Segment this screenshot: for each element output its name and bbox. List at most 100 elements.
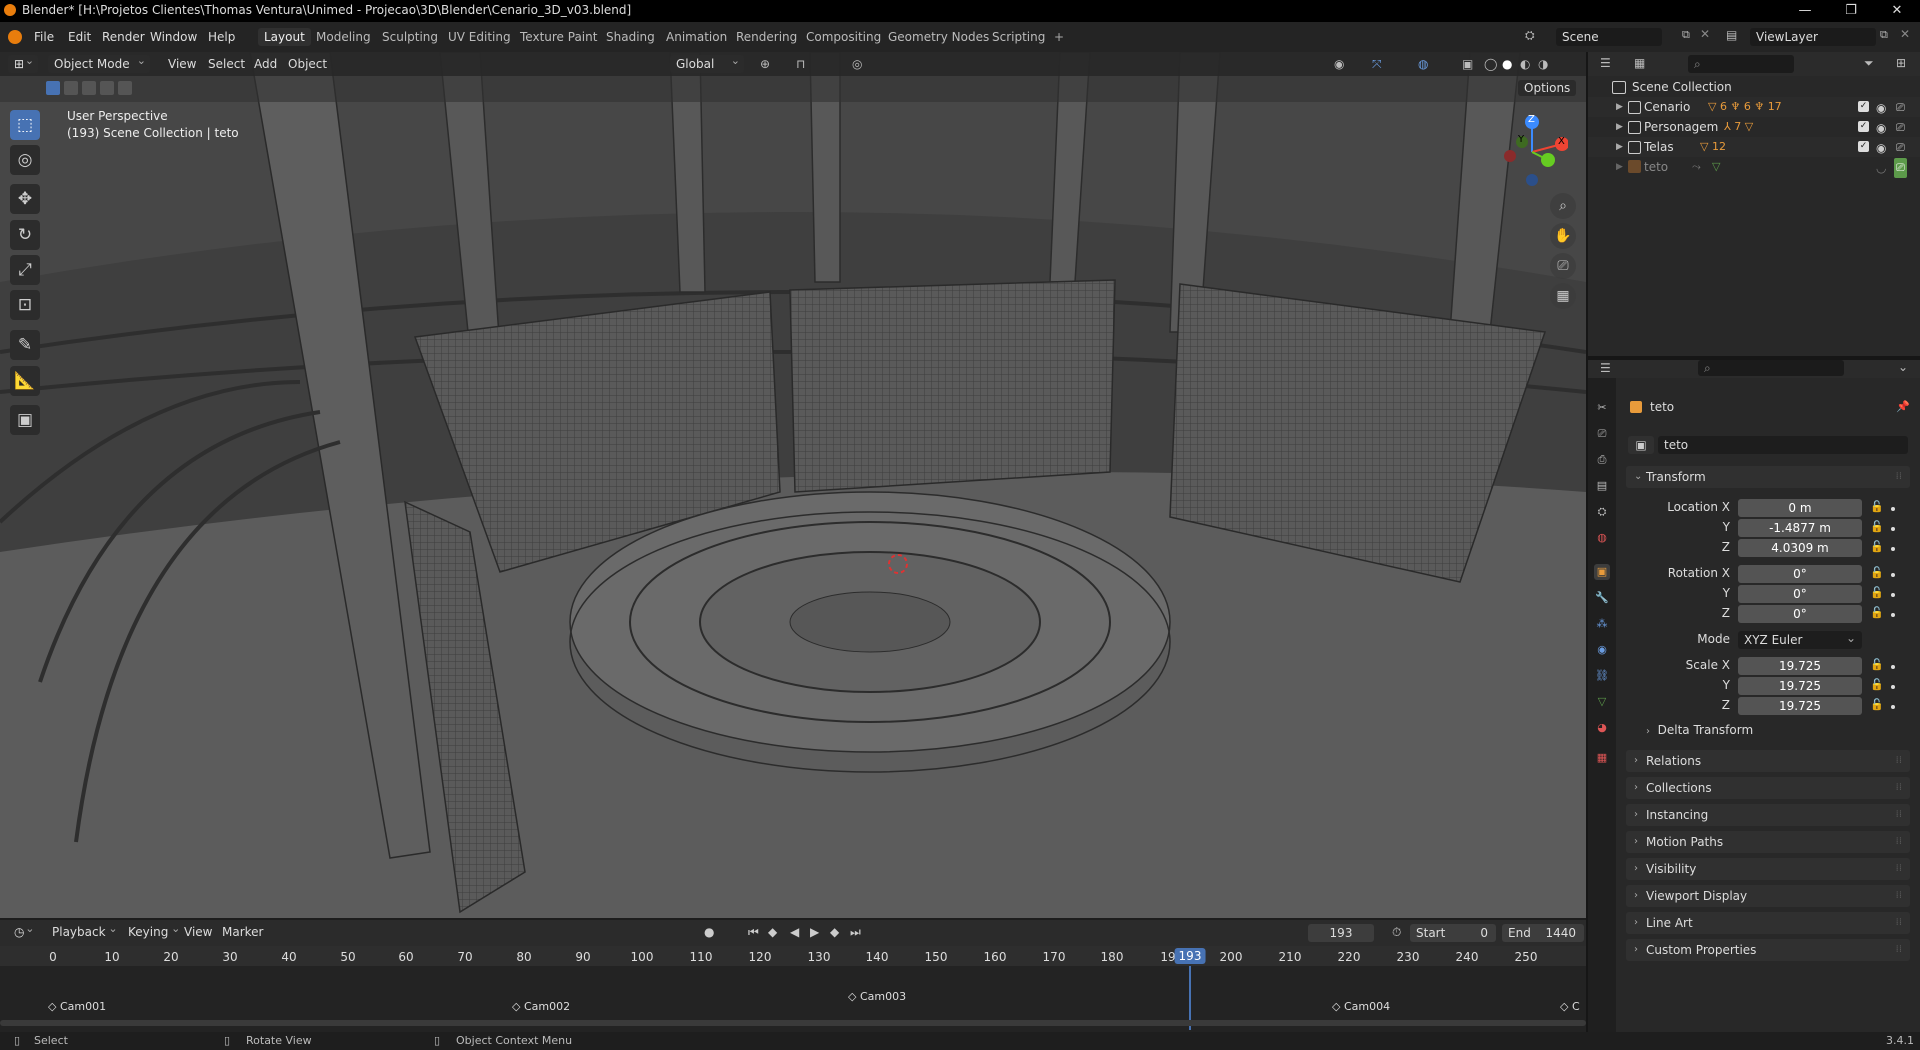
menu-file[interactable]: File — [34, 30, 54, 44]
new-collection-icon[interactable]: ⊞ — [1896, 56, 1906, 70]
scene-icon[interactable]: ⛭ — [1525, 28, 1535, 43]
lock-icon[interactable]: 🔓 — [1870, 678, 1884, 691]
delete-scene-icon[interactable]: ✕ — [1700, 27, 1710, 41]
tab-sculpting[interactable]: Sculpting — [376, 28, 444, 46]
physics-tab-icon[interactable]: ◉ — [1594, 642, 1610, 658]
3d-viewport[interactable] — [0, 52, 1586, 918]
timeline-view-menu[interactable]: View — [184, 925, 212, 939]
keyframe-dot-icon[interactable] — [1891, 593, 1895, 597]
material-tab-icon[interactable]: ◕ — [1594, 720, 1610, 736]
object-browse-dropdown[interactable]: ▣ — [1628, 436, 1654, 454]
panel-visibility[interactable]: › Visibility ⁞⁞ — [1626, 858, 1910, 880]
tab-compositing[interactable]: Compositing — [800, 28, 887, 46]
transform-panel-header[interactable]: ⌄ Transform ⁞⁞ — [1626, 466, 1910, 488]
lock-icon[interactable]: 🔓 — [1870, 540, 1884, 553]
keyframe-dot-icon[interactable] — [1891, 665, 1895, 669]
tool-tab-icon[interactable]: ✂ — [1594, 400, 1610, 416]
proportional-edit-icon[interactable]: ◎ — [852, 57, 862, 71]
lock-icon[interactable]: 🔓 — [1870, 520, 1884, 533]
viewport-menu-object[interactable]: Object — [288, 57, 327, 71]
menu-render[interactable]: Render — [102, 30, 145, 44]
outliner-search-input[interactable]: ⌕ — [1688, 55, 1794, 73]
marker-menu[interactable]: Marker — [222, 925, 263, 939]
rotation-x-field[interactable]: 0° — [1738, 565, 1862, 583]
cursor-tool[interactable]: ◎ — [10, 145, 40, 175]
play-reverse-icon[interactable]: ◀ — [790, 925, 799, 939]
minimize-button[interactable]: — — [1782, 0, 1828, 22]
panel-instancing[interactable]: › Instancing ⁞⁞ — [1626, 804, 1910, 826]
select-extend-icon[interactable] — [64, 81, 78, 95]
keyframe-dot-icon[interactable] — [1891, 527, 1895, 531]
rendered-shading-icon[interactable]: ◑ — [1538, 57, 1548, 71]
exclude-checkbox[interactable]: ✓ — [1858, 101, 1869, 112]
playhead-frame-label[interactable]: 193 — [1174, 948, 1206, 964]
constraints-tab-icon[interactable]: ⛓ — [1594, 668, 1610, 684]
panel-motion-paths[interactable]: › Motion Paths ⁞⁞ — [1626, 831, 1910, 853]
object-tab-icon[interactable]: ▣ — [1594, 564, 1610, 580]
camera-render-icon[interactable]: ⎚ — [1896, 118, 1905, 138]
marker-cam001[interactable]: ◇ Cam001 — [48, 1000, 106, 1013]
keying-menu[interactable]: Keying — [122, 920, 184, 941]
gizmo-icon[interactable]: ⤧ — [1372, 57, 1382, 72]
output-tab-icon[interactable]: ⎙ — [1594, 452, 1610, 468]
location-y-field[interactable]: -1.4877 m — [1738, 519, 1862, 537]
menu-help[interactable]: Help — [208, 30, 235, 44]
current-frame-field[interactable]: 193 — [1308, 924, 1374, 942]
keyframe-dot-icon[interactable] — [1891, 685, 1895, 689]
panel-collections[interactable]: › Collections ⁞⁞ — [1626, 777, 1910, 799]
playback-menu[interactable]: Playback — [46, 920, 122, 941]
outliner-editor-icon[interactable]: ☰ — [1600, 56, 1611, 70]
lock-icon[interactable]: 🔓 — [1870, 566, 1884, 579]
tab-layout[interactable]: Layout — [258, 28, 311, 46]
expand-chevron-icon[interactable]: ▶ — [1616, 137, 1623, 157]
close-button[interactable]: ✕ — [1874, 0, 1920, 22]
lock-icon[interactable]: 🔓 — [1870, 698, 1884, 711]
marker-cam002[interactable]: ◇ Cam002 — [512, 1000, 570, 1013]
tab-animation[interactable]: Animation — [660, 28, 733, 46]
viewport-menu-select[interactable]: Select — [208, 57, 245, 71]
timeline-scrollbar[interactable] — [0, 1020, 1586, 1026]
camera-render-icon[interactable]: ⎚ — [1896, 98, 1905, 118]
lock-icon[interactable]: 🔓 — [1870, 658, 1884, 671]
scene-tab-icon[interactable]: ⛭ — [1594, 504, 1610, 520]
data-tab-icon[interactable]: ▽ — [1594, 694, 1610, 710]
new-scene-icon[interactable]: ⧉ — [1682, 28, 1690, 42]
tab-modeling[interactable]: Modeling — [310, 28, 377, 46]
viewlayer-icon[interactable]: ▤ — [1726, 28, 1737, 42]
keyframe-dot-icon[interactable] — [1891, 705, 1895, 709]
panel-viewport-display[interactable]: › Viewport Display ⁞⁞ — [1626, 885, 1910, 907]
keyframe-dot-icon[interactable] — [1891, 507, 1895, 511]
camera-view-icon[interactable]: ⎚ — [1550, 253, 1576, 279]
properties-editor-icon[interactable]: ☰ — [1600, 361, 1611, 375]
viewport-menu-view[interactable]: View — [168, 57, 196, 71]
modifier-tab-icon[interactable]: 🔧 — [1594, 590, 1610, 606]
select-new-icon[interactable] — [46, 81, 60, 95]
measure-tool[interactable]: 📐 — [10, 366, 40, 396]
exclude-checkbox[interactable]: ✓ — [1858, 141, 1869, 152]
object-name-field[interactable]: teto — [1658, 436, 1908, 454]
xray-icon[interactable]: ▣ — [1462, 57, 1473, 71]
delta-transform-subpanel[interactable]: › Delta Transform — [1646, 723, 1753, 737]
wireframe-shading-icon[interactable]: ◯ — [1484, 57, 1497, 71]
visibility-icon[interactable]: ◉ — [1334, 57, 1344, 71]
tab-scripting[interactable]: Scripting — [986, 28, 1051, 46]
select-box-tool[interactable]: ⬚ — [10, 110, 40, 140]
end-frame-field[interactable]: End 1440 — [1502, 924, 1584, 942]
eye-icon[interactable]: ◉ — [1876, 138, 1886, 158]
panel-line-art[interactable]: › Line Art ⁞⁞ — [1626, 912, 1910, 934]
timeline-editor-type-dropdown[interactable]: ◷ — [8, 920, 39, 941]
texture-tab-icon[interactable]: ▦ — [1594, 750, 1610, 766]
start-frame-field[interactable]: Start 0 — [1410, 924, 1496, 942]
tab-texture-paint[interactable]: Texture Paint — [514, 28, 603, 46]
render-tab-icon[interactable]: ⎚ — [1594, 426, 1610, 442]
pin-icon[interactable]: 📌 — [1896, 400, 1910, 413]
stopwatch-icon[interactable]: ⏱ — [1392, 925, 1401, 940]
display-mode-icon[interactable]: ▦ — [1634, 56, 1645, 70]
options-chevron-icon[interactable]: ⌄ — [1898, 360, 1908, 374]
keyframe-dot-icon[interactable] — [1891, 613, 1895, 617]
play-icon[interactable]: ▶ — [810, 925, 819, 939]
material-shading-icon[interactable]: ◐ — [1520, 57, 1530, 71]
scale-y-field[interactable]: 19.725 — [1738, 677, 1862, 695]
mode-dropdown[interactable]: Object Mode — [48, 52, 150, 73]
add-cube-tool[interactable]: ▣ — [10, 405, 40, 435]
